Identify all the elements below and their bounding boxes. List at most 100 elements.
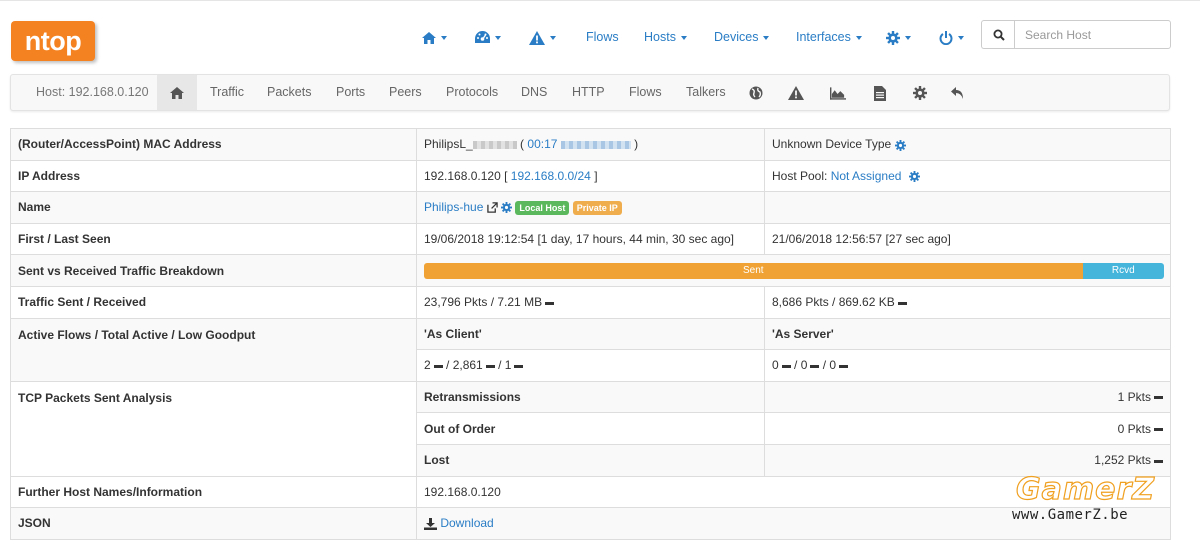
search-icon	[993, 29, 1005, 41]
gear-icon[interactable]	[908, 171, 920, 183]
tab-back[interactable]	[950, 85, 966, 101]
table-row: Sent vs Received Traffic Breakdown Sent …	[10, 254, 1171, 287]
table-row: Traffic Sent / Received 23,796 Pkts / 7.…	[10, 285, 1171, 319]
table-row: Further Host Names/Information 192.168.0…	[10, 475, 1171, 509]
name-label: Name	[10, 191, 417, 224]
tab-report[interactable]	[872, 85, 888, 101]
tab-traffic[interactable]: Traffic	[210, 75, 244, 110]
tab-historical-chart[interactable]	[830, 85, 846, 101]
power-icon	[939, 30, 953, 45]
gear-icon	[913, 86, 927, 100]
tab-config[interactable]	[912, 85, 928, 101]
traffic-breakdown-bar: Sent Rcvd	[424, 262, 1164, 279]
tab-http[interactable]: HTTP	[572, 75, 605, 110]
mac-link[interactable]: 00:17	[527, 137, 631, 151]
gear-icon[interactable]	[894, 139, 906, 151]
retrans-value: 1 Pkts	[764, 380, 1171, 414]
external-link-icon[interactable]	[486, 202, 498, 214]
further-label: Further Host Names/Information	[10, 475, 417, 509]
home-menu[interactable]	[422, 25, 447, 49]
watermark-url: www.GamerZ.be	[1012, 507, 1129, 523]
ip-value: 192.168.0.120 [ 192.168.0.0/24 ]	[416, 159, 765, 193]
network-link[interactable]: 192.168.0.0/24	[511, 169, 591, 183]
redacted-name	[472, 141, 517, 150]
ooo-label: Out of Order	[416, 412, 765, 445]
home-icon	[170, 87, 184, 99]
client-flows: 2 / 2,861 / 1	[416, 349, 765, 382]
nav-hosts[interactable]: Hosts	[644, 25, 687, 49]
name-value: Philips-hue Local Host Private IP	[416, 191, 765, 224]
server-flows: 0 / 0 / 0	[764, 349, 1171, 382]
nav-interfaces[interactable]: Interfaces	[796, 25, 862, 49]
ntop-logo[interactable]: ntop	[11, 21, 95, 61]
empty-cell	[764, 191, 1171, 224]
mac-label: (Router/AccessPoint) MAC Address	[10, 128, 417, 161]
as-client-header: 'As Client'	[416, 317, 765, 351]
globe-icon	[749, 86, 763, 100]
file-text-icon	[874, 85, 886, 101]
as-server-header: 'As Server'	[764, 317, 1171, 351]
ip-label: IP Address	[10, 159, 417, 193]
reply-icon	[951, 87, 963, 99]
table-row: Active Flows / Total Active / Low Goodpu…	[10, 317, 1171, 382]
tab-ports[interactable]: Ports	[336, 75, 365, 110]
tab-dns[interactable]: DNS	[521, 75, 547, 110]
top-navbar: ntop Flows Hosts Devices Interfaces	[0, 0, 1200, 68]
download-link[interactable]: Download	[440, 516, 493, 530]
first-seen: 19/06/2018 19:12:54 [1 day, 17 hours, 44…	[416, 222, 765, 256]
host-name-link[interactable]: Philips-hue	[424, 200, 483, 214]
breakdown-cell: Sent Rcvd	[416, 254, 1171, 287]
table-row: Name Philips-hue Local Host Private IP	[10, 191, 1171, 224]
seen-label: First / Last Seen	[10, 222, 417, 256]
area-chart-icon	[830, 86, 846, 100]
breakdown-label: Sent vs Received Traffic Breakdown	[10, 254, 417, 287]
flows-label: Active Flows / Total Active / Low Goodpu…	[10, 317, 417, 382]
retrans-label: Retransmissions	[416, 380, 765, 414]
tab-alerts[interactable]	[788, 85, 804, 101]
traffic-sent: 23,796 Pkts / 7.21 MB	[416, 285, 765, 319]
tab-protocols[interactable]: Protocols	[446, 75, 498, 110]
host-subnav: Host: 192.168.0.120 Traffic Packets Port…	[10, 74, 1170, 111]
table-row: TCP Packets Sent Analysis Retransmission…	[10, 380, 1171, 477]
tab-talkers[interactable]: Talkers	[686, 75, 726, 110]
nav-devices[interactable]: Devices	[714, 25, 770, 49]
nav-flows[interactable]: Flows	[586, 25, 619, 49]
watermark: GamerZ www.GamerZ.be	[1012, 471, 1197, 528]
private-ip-badge: Private IP	[572, 200, 622, 215]
tab-peers[interactable]: Peers	[389, 75, 422, 110]
alerts-menu[interactable]	[529, 25, 556, 49]
trend-stable-icon	[545, 301, 555, 305]
table-row: IP Address 192.168.0.120 [ 192.168.0.0/2…	[10, 159, 1171, 193]
table-row: JSON Download	[10, 507, 1171, 540]
traffic-label: Traffic Sent / Received	[10, 285, 417, 319]
search-host-input[interactable]	[1014, 20, 1171, 49]
power-menu[interactable]	[939, 25, 964, 49]
device-type: Unknown Device Type	[764, 128, 1171, 161]
warning-icon	[529, 30, 545, 45]
tab-home[interactable]	[157, 75, 197, 110]
tab-packets[interactable]: Packets	[267, 75, 311, 110]
table-row: First / Last Seen 19/06/2018 19:12:54 [1…	[10, 222, 1171, 256]
mac-value: PhilipsL_ ( 00:17 )	[416, 128, 765, 161]
lost-label: Lost	[416, 443, 765, 477]
settings-menu[interactable]	[886, 25, 911, 49]
tab-flows[interactable]: Flows	[629, 75, 662, 110]
host-pool: Host Pool: Not Assigned	[764, 159, 1171, 193]
download-icon[interactable]	[424, 518, 437, 531]
host-pool-link[interactable]: Not Assigned	[831, 169, 902, 183]
tcp-label: TCP Packets Sent Analysis	[10, 380, 417, 477]
local-host-badge: Local Host	[515, 200, 570, 215]
gear-icon[interactable]	[501, 202, 513, 214]
dashboard-icon	[475, 31, 490, 44]
home-icon	[422, 31, 436, 44]
ooo-value: 0 Pkts	[764, 412, 1171, 445]
traffic-received: 8,686 Pkts / 869.62 KB	[764, 285, 1171, 319]
gear-icon	[886, 30, 900, 45]
json-label[interactable]: JSON	[10, 507, 417, 540]
host-info-table: (Router/AccessPoint) MAC Address Philips…	[10, 128, 1171, 540]
warning-icon	[788, 86, 804, 100]
search-button[interactable]	[981, 20, 1015, 49]
last-seen: 21/06/2018 12:56:57 [27 sec ago]	[764, 222, 1171, 256]
tab-geomap[interactable]	[748, 85, 764, 101]
dashboard-menu[interactable]	[475, 25, 501, 49]
